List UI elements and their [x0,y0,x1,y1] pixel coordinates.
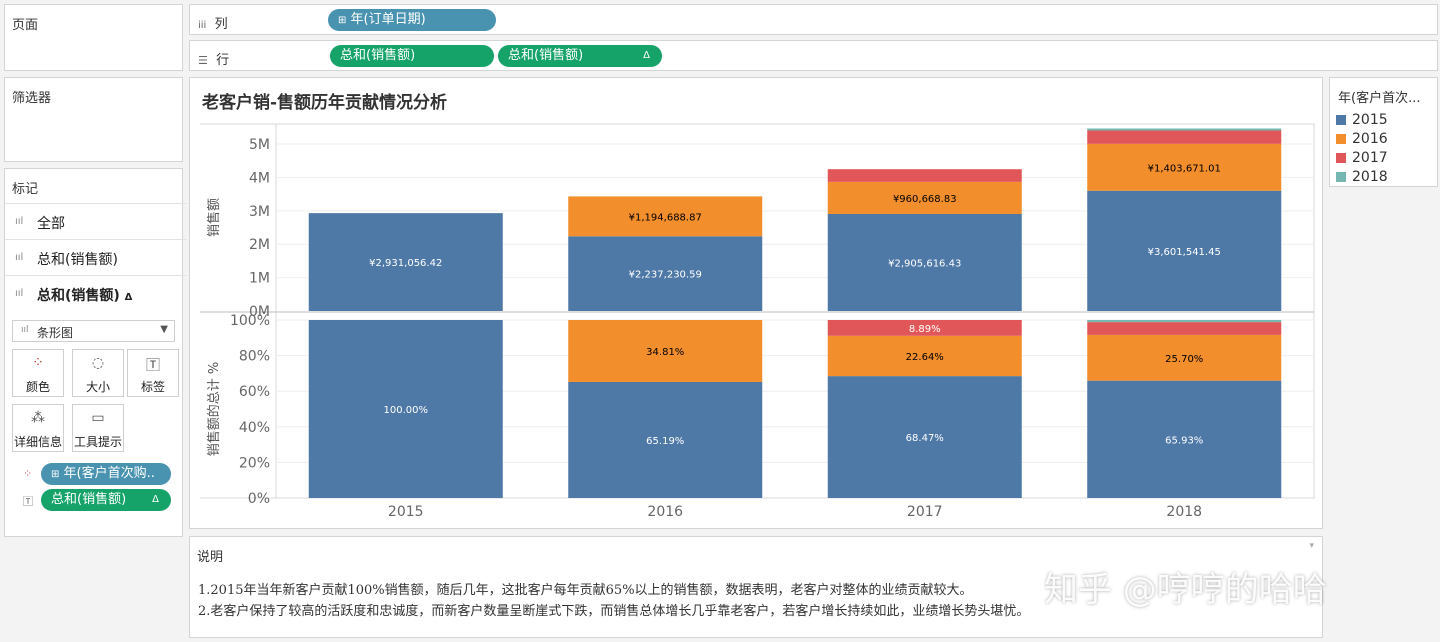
marks-pill-customer-first-year[interactable]: ⊞ 年(客户首次购.. [41,463,171,485]
y-tick-label: 100% [230,313,270,329]
bar-chart-icon: ııl [21,325,29,335]
data-label: ¥3,601,541.45 [1148,247,1221,258]
rows-pill-sales-sum[interactable]: 总和(销售额) [330,45,494,67]
y-tick-label: 3M [249,204,270,220]
stacked-bar-chart: 老客户销-售额历年贡献情况分析0M1M2M3M4M5M销售额¥2,931,056… [200,92,1315,520]
y-tick-label: 40% [239,420,270,436]
plus-icon: ⊞ [51,469,60,480]
label-icon: 🅃 [146,358,160,374]
legend-swatch [1336,134,1346,144]
data-label: 68.47% [906,433,944,444]
data-label: ¥1,194,688.87 [629,212,702,223]
color-icon: ⁘ [32,355,44,371]
pages-panel: 页面 [4,4,183,71]
marks-row-sales-sum[interactable]: ııl 总和(销售额) [5,239,187,275]
y-tick-label: 20% [239,455,270,471]
bar-segment [1087,130,1282,144]
tooltip-button[interactable]: ▭ 工具提示 [72,404,124,452]
bar-chart-icon: ııl [15,216,24,227]
delta-icon: Δ [643,50,650,61]
notes-menu-icon[interactable]: ▾ [1309,541,1314,551]
label-icon: 🅃 [23,497,33,508]
y-tick-label: 60% [239,384,270,400]
data-label: ¥2,931,056.42 [369,258,442,269]
chart-panel: 老客户销-售额历年贡献情况分析 0M 1M 2M 3M 4M 5M 销售额 ¥2,931,056… [189,77,1323,529]
columns-pill-order-year[interactable]: ⊞ 年(订单日期) [328,9,496,31]
data-label: 100.00% [384,405,429,416]
marks-panel: 标记 ııl 全部 ııl 总和(销售额) ııl 总和(销售额) Δ ııl … [4,168,187,537]
size-button[interactable]: ◌ 大小 [72,349,124,397]
bar-segment [1087,320,1282,323]
notes-line-2: 2.老客户保持了较高的活跃度和忠诚度，而新客户数量呈断崖式下跌，而销售总体增长几… [198,604,1030,619]
y-tick-label: 5M [249,137,270,153]
tooltip-icon: ▭ [91,410,105,426]
y-tick-label: 4M [249,170,270,186]
data-label: 25.70% [1165,354,1203,365]
chart-title: 老客户销-售额历年贡献情况分析 [201,92,447,113]
legend-swatch [1336,153,1346,163]
mark-type-dropdown[interactable]: ııl 条形图 ▼ [12,320,175,342]
delta-icon: Δ [152,494,159,505]
data-label: 22.64% [906,352,944,363]
legend-title: 年(客户首次... [1338,91,1421,106]
color-button[interactable]: ⁘ 颜色 [12,349,64,397]
columns-shelf[interactable]: iii 列 ⊞ 年(订单日期) [189,4,1438,35]
y-tick-label: 2M [249,237,270,253]
notes-title: 说明 [197,550,224,565]
notes-line-1: 1.2015年当年新客户贡献100%销售额，随后几年，这批客户每年贡献65%以上… [198,583,973,598]
rows-shelf[interactable]: ☰ 行 总和(销售额) 总和(销售额) Δ [189,40,1438,71]
x-tick-label: 2018 [1166,504,1202,520]
legend-item-2015[interactable]: 2015 [1336,112,1388,128]
data-label: 34.81% [646,347,684,358]
data-label: 65.19% [646,436,684,447]
size-icon: ◌ [91,355,105,371]
x-tick-label: 2017 [907,504,943,520]
detail-button[interactable]: ⁂ 详细信息 [12,404,64,452]
delta-icon: Δ [124,292,133,303]
data-label: ¥2,905,616.43 [888,258,961,269]
bar-segment [1087,128,1282,131]
legend-panel[interactable]: 年(客户首次... 2015 2016 2017 2018 [1329,77,1438,187]
rows-pill-sales-sum-delta[interactable]: 总和(销售额) Δ [498,45,662,67]
marks-pill-sales-sum[interactable]: 总和(销售额) Δ [41,489,171,511]
bar-chart-icon: ııl [15,288,24,299]
chevron-down-icon[interactable]: ▼ [160,324,168,335]
bar-chart-icon: ııl [15,252,24,263]
columns-icon: iii [198,20,207,31]
marks-row-all[interactable]: ııl 全部 [5,203,187,239]
rows-shelf-label: ☰ 行 [198,53,230,68]
label-button[interactable]: 🅃 标签 [127,349,179,397]
plus-icon: ⊞ [338,15,347,26]
legend-item-2018[interactable]: 2018 [1336,169,1388,185]
bar-segment [1087,322,1282,335]
y-tick-label: 1M [249,271,270,287]
x-tick-label: 2015 [388,504,424,520]
filters-title: 筛选器 [12,91,52,106]
pages-title: 页面 [12,18,39,33]
data-label: 8.89% [909,324,941,335]
detail-icon: ⁂ [31,410,45,426]
marks-row-sales-sum-delta[interactable]: ııl 总和(销售额) Δ [5,275,187,311]
data-label: ¥960,668.83 [893,194,957,205]
x-tick-label: 2016 [647,504,683,520]
legend-swatch [1336,172,1346,182]
y-axis-label: 销售额的总计 % [206,362,222,457]
marks-title: 标记 [12,182,39,197]
rows-icon: ☰ [198,54,208,67]
columns-shelf-label: iii 列 [198,17,228,32]
data-label: ¥2,237,230.59 [629,270,702,281]
y-axis-label: 销售额 [206,198,222,237]
legend-swatch [1336,115,1346,125]
filters-panel[interactable]: 筛选器 [4,77,183,162]
legend-item-2017[interactable]: 2017 [1336,150,1388,166]
color-icon: ⁘ [23,467,33,480]
data-label: 65.93% [1165,435,1203,446]
legend-item-2016[interactable]: 2016 [1336,131,1388,147]
y-tick-label: 0% [248,491,270,507]
data-label: ¥1,403,671.01 [1148,163,1221,174]
watermark: 知乎 @哼哼的哈哈 [1044,570,1327,610]
bar-segment [827,169,1022,182]
y-tick-label: 80% [239,349,270,365]
